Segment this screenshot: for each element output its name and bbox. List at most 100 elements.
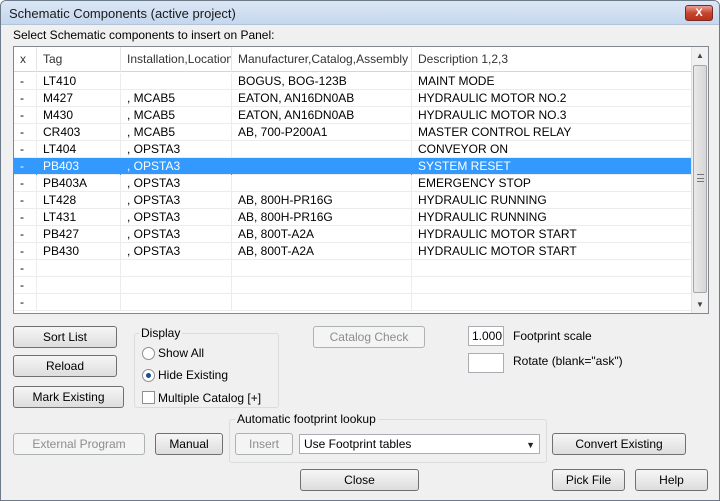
- cell-installation-location: , OPSTA3: [121, 226, 232, 243]
- insert-button[interactable]: Insert: [235, 433, 293, 455]
- cell-x: -: [14, 192, 37, 209]
- cell-description: HYDRAULIC RUNNING: [412, 192, 692, 209]
- multiple-catalog-checkbox[interactable]: [142, 391, 155, 404]
- table-row[interactable]: - PB430, OPSTA3 AB, 800T-A2A HYDRAULIC MOTO…: [14, 243, 692, 260]
- external-program-button[interactable]: External Program: [13, 433, 145, 455]
- cell-tag: [37, 260, 121, 277]
- footprint-lookup-select[interactable]: Use Footprint tables ▼: [299, 434, 540, 454]
- table-row[interactable]: -: [14, 294, 692, 311]
- cell-installation-location: , OPSTA3: [121, 158, 232, 175]
- cell-x: -: [14, 277, 37, 294]
- show-all-label[interactable]: Show All: [158, 346, 204, 360]
- scrollbar-grip-icon: [697, 174, 704, 182]
- table-row[interactable]: - PB427, OPSTA3 AB, 800T-A2A HYDRAULIC MOTO…: [14, 226, 692, 243]
- table-row[interactable]: - M427, MCAB5 EATON, AN16DN0AB HYDRAULIC MO…: [14, 90, 692, 107]
- cell-installation-location: , OPSTA3: [121, 141, 232, 158]
- pick-file-button[interactable]: Pick File: [552, 469, 625, 491]
- cell-installation-location: [121, 260, 232, 277]
- cell-tag: M427: [37, 90, 121, 107]
- column-header-tag[interactable]: Tag: [37, 47, 121, 72]
- rotate-input[interactable]: [468, 353, 504, 373]
- hide-existing-radio[interactable]: [142, 369, 155, 382]
- cell-description: [412, 260, 692, 277]
- table-row[interactable]: -: [14, 260, 692, 277]
- cell-description: HYDRAULIC RUNNING: [412, 209, 692, 226]
- column-header-manufacturer-catalog[interactable]: Manufacturer,Catalog,Assembly: [232, 47, 412, 72]
- cell-manufacturer-catalog: AB, 700-P200A1: [232, 124, 412, 141]
- table-row[interactable]: - PB403A, OPSTA3 EMERGENCY STOP: [14, 175, 692, 192]
- column-header-description[interactable]: Description 1,2,3: [412, 47, 692, 72]
- footprint-scale-label: Footprint scale: [513, 329, 592, 343]
- cell-description: MASTER CONTROL RELAY: [412, 124, 692, 141]
- vertical-scrollbar[interactable]: ▲ ▼: [691, 47, 708, 313]
- hide-existing-label[interactable]: Hide Existing: [158, 368, 228, 382]
- chevron-down-icon: ▼: [526, 440, 535, 450]
- close-button[interactable]: Close: [300, 469, 419, 491]
- cell-x: -: [14, 73, 37, 90]
- sort-list-button[interactable]: Sort List: [13, 326, 117, 348]
- table-row[interactable]: - PB403, OPSTA3 SYSTEM RESET: [14, 158, 692, 175]
- cell-installation-location: [121, 73, 232, 90]
- cell-description: HYDRAULIC MOTOR START: [412, 243, 692, 260]
- cell-tag: [37, 277, 121, 294]
- instruction-label: Select Schematic components to insert on…: [13, 28, 275, 42]
- table-header: x Tag Installation,Location Manufacturer…: [14, 47, 692, 72]
- cell-x: -: [14, 243, 37, 260]
- cell-tag: PB430: [37, 243, 121, 260]
- close-window-button[interactable]: X: [685, 5, 713, 21]
- cell-x: -: [14, 90, 37, 107]
- help-button[interactable]: Help: [635, 469, 708, 491]
- footprint-scale-input[interactable]: 1.000: [468, 326, 504, 346]
- cell-manufacturer-catalog: BOGUS, BOG-123B: [232, 73, 412, 90]
- catalog-check-button[interactable]: Catalog Check: [313, 326, 425, 348]
- cell-description: [412, 277, 692, 294]
- components-table[interactable]: x Tag Installation,Location Manufacturer…: [13, 46, 709, 314]
- scroll-up-arrow-icon[interactable]: ▲: [692, 47, 708, 64]
- cell-description: EMERGENCY STOP: [412, 175, 692, 192]
- cell-manufacturer-catalog: AB, 800T-A2A: [232, 226, 412, 243]
- cell-manufacturer-catalog: EATON, AN16DN0AB: [232, 107, 412, 124]
- cell-description: HYDRAULIC MOTOR NO.2: [412, 90, 692, 107]
- title-bar[interactable]: Schematic Components (active project) X: [1, 1, 719, 25]
- cell-tag: CR403: [37, 124, 121, 141]
- table-row[interactable]: - LT431, OPSTA3 AB, 800H-PR16G HYDRAULIC RU…: [14, 209, 692, 226]
- cell-installation-location: , MCAB5: [121, 107, 232, 124]
- window-title: Schematic Components (active project): [9, 6, 236, 21]
- cell-manufacturer-catalog: [232, 141, 412, 158]
- scroll-down-arrow-icon[interactable]: ▼: [692, 296, 708, 313]
- cell-manufacturer-catalog: AB, 800T-A2A: [232, 243, 412, 260]
- cell-manufacturer-catalog: EATON, AN16DN0AB: [232, 90, 412, 107]
- table-row[interactable]: - M430, MCAB5 EATON, AN16DN0AB HYDRAULIC MO…: [14, 107, 692, 124]
- table-row[interactable]: - LT410 BOGUS, BOG-123B MAINT MODE: [14, 73, 692, 90]
- convert-existing-button[interactable]: Convert Existing: [552, 433, 686, 455]
- cell-x: -: [14, 124, 37, 141]
- manual-button[interactable]: Manual: [155, 433, 223, 455]
- column-header-x[interactable]: x: [14, 47, 37, 72]
- cell-tag: PB403A: [37, 175, 121, 192]
- cell-x: -: [14, 260, 37, 277]
- scrollbar-thumb[interactable]: [693, 65, 707, 293]
- column-header-installation-location[interactable]: Installation,Location: [121, 47, 232, 72]
- table-row[interactable]: - CR403, MCAB5 AB, 700-P200A1 MASTER CONTRO…: [14, 124, 692, 141]
- cell-installation-location: , OPSTA3: [121, 209, 232, 226]
- reload-button[interactable]: Reload: [13, 355, 117, 377]
- cell-manufacturer-catalog: [232, 158, 412, 175]
- table-row[interactable]: - LT428, OPSTA3 AB, 800H-PR16G HYDRAULIC RU…: [14, 192, 692, 209]
- cell-manufacturer-catalog: [232, 277, 412, 294]
- show-all-radio[interactable]: [142, 347, 155, 360]
- auto-lookup-legend: Automatic footprint lookup: [235, 412, 378, 426]
- display-legend: Display: [139, 326, 183, 340]
- cell-tag: LT410: [37, 73, 121, 90]
- cell-description: CONVEYOR ON: [412, 141, 692, 158]
- table-row[interactable]: -: [14, 277, 692, 294]
- table-row[interactable]: - LT404, OPSTA3 CONVEYOR ON: [14, 141, 692, 158]
- cell-installation-location: , MCAB5: [121, 90, 232, 107]
- mark-existing-button[interactable]: Mark Existing: [13, 386, 124, 408]
- cell-tag: LT431: [37, 209, 121, 226]
- multiple-catalog-label[interactable]: Multiple Catalog [+]: [158, 391, 261, 405]
- cell-manufacturer-catalog: [232, 175, 412, 192]
- footprint-lookup-value: Use Footprint tables: [304, 437, 412, 451]
- dialog-window: Schematic Components (active project) X …: [0, 0, 720, 501]
- cell-description: HYDRAULIC MOTOR START: [412, 226, 692, 243]
- cell-installation-location: , OPSTA3: [121, 175, 232, 192]
